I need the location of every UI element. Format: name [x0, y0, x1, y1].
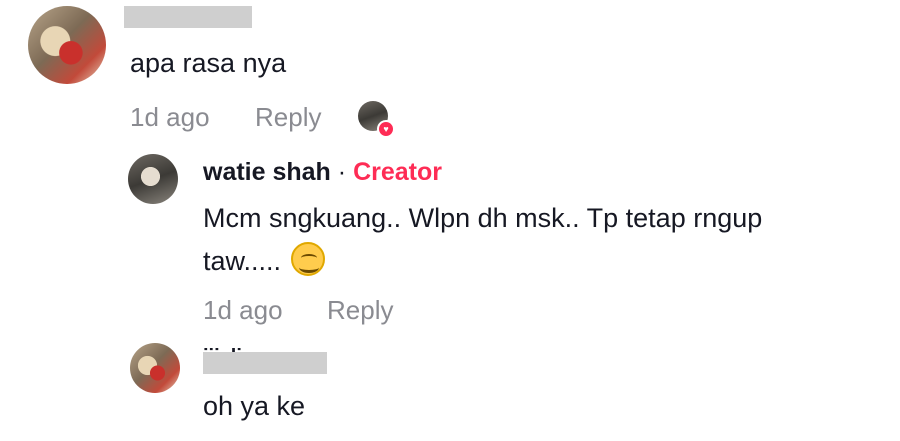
reply2-text: oh ya ke — [203, 391, 306, 421]
username-redaction — [124, 6, 252, 28]
username-redaction — [203, 352, 327, 374]
author-name: watie shah — [203, 158, 331, 186]
comment-time: 1d ago — [130, 102, 210, 132]
reply-button[interactable]: Reply — [255, 102, 321, 133]
reply-text-line2-content: taw..... — [203, 246, 282, 276]
avatar-creator[interactable] — [128, 154, 178, 204]
heart-icon: ♥ — [377, 120, 395, 138]
avatar-commenter[interactable] — [28, 6, 106, 84]
reply-text-line1: Mcm sngkuang.. Wlpn dh msk.. Tp tetap rn… — [203, 203, 763, 233]
reply-button[interactable]: Reply — [327, 295, 393, 326]
author-separator: · — [337, 158, 347, 186]
reply-author[interactable]: watie shah · Creator — [203, 158, 442, 187]
comment-text: apa rasa nya — [130, 48, 287, 78]
hugging-face-emoji-icon — [291, 242, 326, 276]
reply-text-line2: taw..... — [203, 242, 326, 279]
avatar-replier[interactable] — [130, 343, 180, 393]
reply-time: 1d ago — [203, 295, 283, 325]
creator-badge: Creator — [353, 158, 442, 186]
